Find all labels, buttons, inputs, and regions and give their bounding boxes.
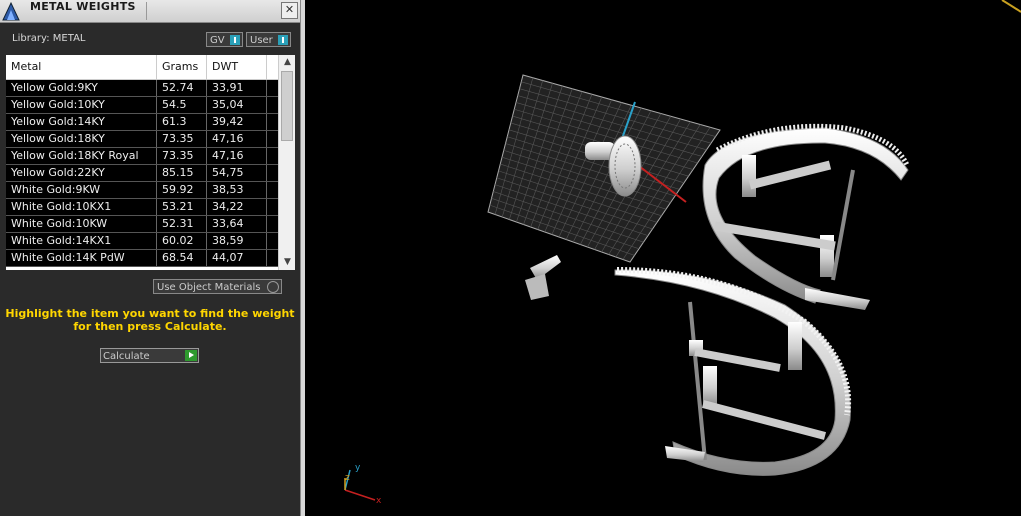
dwt-cell: 33,91 (207, 80, 267, 96)
table-row[interactable]: White Gold:9KW 59.92 38,53 (6, 182, 278, 199)
3d-viewport[interactable]: x y z (305, 0, 1021, 516)
metal-name-cell: White Gold:9KW (6, 182, 157, 198)
dwt-cell: 54,75 (207, 165, 267, 181)
table-row[interactable]: Yellow Gold:14KY 61.3 39,42 (6, 114, 278, 131)
metal-name-cell: Yellow Gold:22KY (6, 165, 157, 181)
construction-grid (487, 74, 721, 263)
metal-weights-panel: METAL WEIGHTS ✕ Library: METAL GV User M… (0, 0, 300, 516)
table-row[interactable]: Yellow Gold:22KY 85.15 54,75 (6, 165, 278, 182)
dwt-cell: 44,07 (207, 250, 267, 266)
app-logo-icon (2, 1, 20, 21)
user-label: User (250, 35, 273, 46)
grams-cell: 59.92 (157, 182, 207, 198)
table-row[interactable]: White Gold:14KX1 60.02 38,59 (6, 233, 278, 250)
gv-toggle[interactable]: GV (206, 32, 243, 47)
column-header-metal[interactable]: Metal (6, 55, 157, 79)
table-row[interactable]: White Gold:14K PdW 68.54 44,07 (6, 250, 278, 267)
window-title: METAL WEIGHTS (30, 0, 136, 13)
axis-z-label: z (345, 473, 350, 483)
viewport-scene: x y z (344, 0, 1021, 506)
metal-name-cell: White Gold:14KX1 (6, 233, 157, 249)
instruction-line-2: for then press Calculate. (73, 320, 227, 333)
column-header-dwt[interactable]: DWT (207, 55, 267, 79)
table-row[interactable]: White Gold:10KX1 53.21 34,22 (6, 199, 278, 216)
offscreen-object-edge (1001, 0, 1021, 13)
dwt-cell: 33,64 (207, 216, 267, 232)
dwt-cell: 38,53 (207, 182, 267, 198)
grams-cell: 54.5 (157, 97, 207, 113)
use-object-materials-radio[interactable] (267, 281, 279, 293)
user-info-icon (278, 35, 288, 45)
gv-info-icon (230, 35, 240, 45)
grams-cell: 61.3 (157, 114, 207, 130)
dwt-cell: 38,59 (207, 233, 267, 249)
grams-cell: 53.21 (157, 199, 207, 215)
metal-name-cell: White Gold:14K PdW (6, 250, 157, 266)
axis-triad: x y z (344, 463, 382, 506)
calculate-label: Calculate (103, 351, 150, 362)
scroll-up-icon[interactable]: ▲ (279, 55, 295, 70)
grams-cell: 73.35 (157, 131, 207, 147)
gv-label: GV (210, 35, 225, 46)
close-button[interactable]: ✕ (281, 2, 298, 19)
metal-name-cell: White Gold:10KW (6, 216, 157, 232)
table-row[interactable]: Yellow Gold:9KY 52.74 33,91 (6, 80, 278, 97)
title-separator (146, 2, 147, 20)
dwt-cell: 47,16 (207, 131, 267, 147)
dwt-cell: 34,22 (207, 199, 267, 215)
play-icon (185, 350, 197, 361)
table-row[interactable]: Yellow Gold:18KY Royal 73.35 47,16 (6, 148, 278, 165)
instruction-line-1: Highlight the item you want to find the … (5, 307, 295, 320)
user-toggle[interactable]: User (246, 32, 291, 47)
upper-ring-part (702, 123, 910, 310)
dwt-cell: 39,42 (207, 114, 267, 130)
use-object-materials-option[interactable]: Use Object Materials (153, 279, 282, 294)
dwt-cell: 35,04 (207, 97, 267, 113)
library-label: Library: METAL (12, 33, 86, 44)
table-scrollbar[interactable]: ▲ ▼ (278, 55, 295, 270)
instruction-text: Highlight the item you want to find the … (0, 307, 300, 333)
grams-cell: 68.54 (157, 250, 207, 266)
calculate-button[interactable]: Calculate (100, 348, 199, 363)
title-bar[interactable]: METAL WEIGHTS ✕ (0, 0, 300, 23)
scroll-down-icon[interactable]: ▼ (279, 255, 295, 270)
axis-y-label: y (355, 463, 361, 473)
metal-name-cell: Yellow Gold:10KY (6, 97, 157, 113)
column-header-grams[interactable]: Grams (157, 55, 207, 79)
metal-name-cell: Yellow Gold:18KY Royal (6, 148, 157, 164)
metal-name-cell: White Gold:10KX1 (6, 199, 157, 215)
table-row[interactable]: Yellow Gold:10KY 54.5 35,04 (6, 97, 278, 114)
metal-table[interactable]: Metal Grams DWT Yellow Gold:9KY 52.74 33,9… (6, 55, 295, 270)
grams-cell: 60.02 (157, 233, 207, 249)
metal-name-cell: Yellow Gold:18KY (6, 131, 157, 147)
metal-name-cell: Yellow Gold:9KY (6, 80, 157, 96)
grams-cell: 52.74 (157, 80, 207, 96)
scroll-thumb[interactable] (281, 71, 293, 141)
table-row[interactable]: Yellow Gold:18KY 73.35 47,16 (6, 131, 278, 148)
grams-cell: 52.31 (157, 216, 207, 232)
dwt-cell: 47,16 (207, 148, 267, 164)
table-header: Metal Grams DWT (6, 55, 278, 80)
table-row[interactable]: White Gold:10KW 52.31 33,64 (6, 216, 278, 233)
axis-x-label: x (376, 496, 382, 506)
small-clip-part (525, 255, 561, 300)
grams-cell: 85.15 (157, 165, 207, 181)
metal-name-cell: Yellow Gold:14KY (6, 114, 157, 130)
use-object-materials-label: Use Object Materials (157, 282, 261, 293)
grams-cell: 73.35 (157, 148, 207, 164)
